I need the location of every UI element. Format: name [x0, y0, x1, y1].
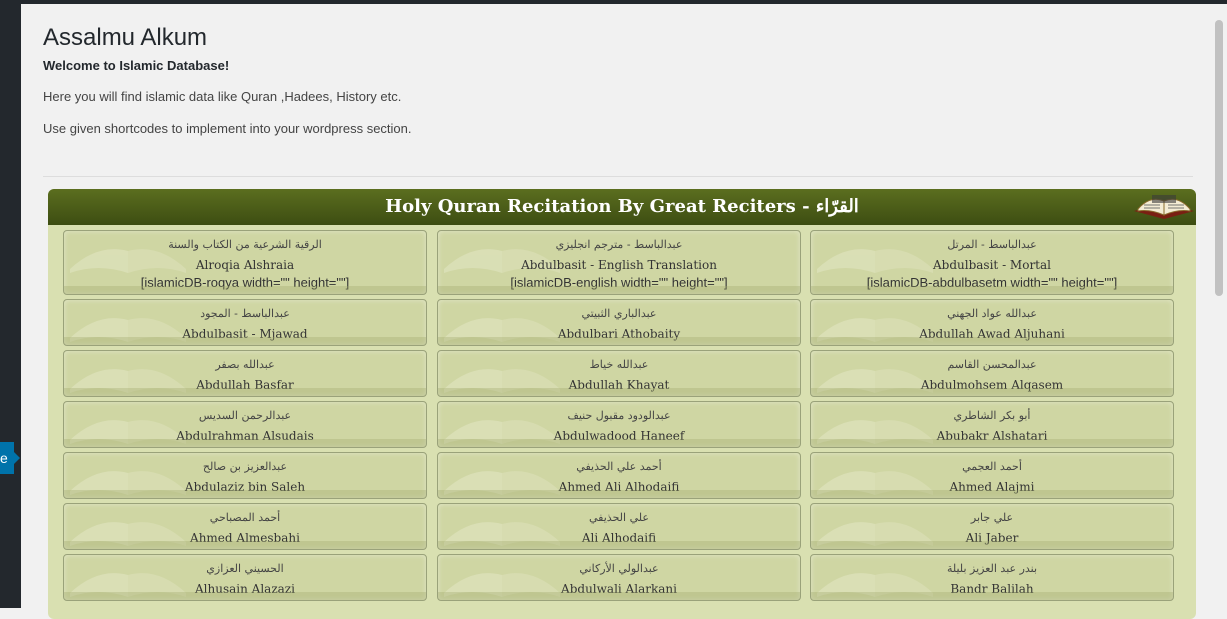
tile-shelf	[811, 337, 1173, 345]
reciter-name-arabic: عبدالله بصفر	[215, 358, 275, 371]
divider	[43, 176, 1193, 177]
tile-shelf	[64, 541, 426, 549]
admin-sidebar[interactable]	[0, 4, 21, 608]
reciter-tile[interactable]: عبدالرحمن السديس Abdulrahman Alsudais	[63, 401, 427, 448]
tile-shelf	[438, 439, 800, 447]
tile-shelf	[64, 490, 426, 498]
reciter-name-arabic: عبدالله عواد الجهني	[947, 307, 1037, 320]
tile-shelf	[438, 388, 800, 396]
reciter-name-arabic: أحمد العجمي	[962, 460, 1022, 473]
reciter-name-arabic: علي جابر	[970, 511, 1014, 524]
tile-shelf	[438, 490, 800, 498]
reciters-panel: Holy Quran Recitation By Great Reciters …	[48, 189, 1196, 619]
reciter-tile[interactable]: عبدالودود مقبول حنيف Abdulwadood Haneef	[437, 401, 801, 448]
reciter-tile[interactable]: أبو بكر الشاطري Abubakr Alshatari	[810, 401, 1174, 448]
tile-shelf	[438, 592, 800, 600]
tile-shelf	[811, 388, 1173, 396]
welcome-text: Welcome to Islamic Database!	[43, 58, 230, 73]
reciter-tile[interactable]: عبدالله عواد الجهني Abdullah Awad Aljuhan…	[810, 299, 1174, 346]
reciter-tile[interactable]: بندر عبد العزيز بليلة Bandr Balilah	[810, 554, 1174, 601]
tile-shelf	[811, 541, 1173, 549]
tile-shelf	[811, 439, 1173, 447]
reciter-name-arabic: عبدالودود مقبول حنيف	[567, 409, 671, 422]
reciter-tile[interactable]: عبدالعزيز بن صالح Abdulaziz bin Saleh	[63, 452, 427, 499]
tile-shelf	[64, 286, 426, 294]
tile-shelf	[64, 439, 426, 447]
reciter-name-arabic: الحسيني العزازي	[206, 562, 284, 575]
main-content: Assalmu Alkum Welcome to Islamic Databas…	[21, 4, 1211, 619]
reciter-name-arabic: علي الحذيفي	[589, 511, 649, 524]
tile-shelf	[438, 337, 800, 345]
reciter-name-arabic: أحمد المصباحي	[209, 511, 281, 524]
reciter-tile[interactable]: عبدالباسط - المرتل Abdulbasit - Mortal [is…	[810, 230, 1174, 295]
reciter-name-arabic: عبدالباري الثبيتي	[581, 307, 657, 320]
reciter-name-english: Abdulbasit - English Translation	[521, 258, 717, 272]
reciter-name-arabic: عبدالمحسن القاسم	[947, 358, 1037, 371]
reciter-name-arabic: عبدالرحمن السديس	[198, 409, 292, 422]
reciter-tile[interactable]: عبدالله بصفر Abdullah Basfar	[63, 350, 427, 397]
intro-paragraph-1: Here you will find islamic data like Qur…	[43, 89, 402, 104]
tile-shelf	[438, 286, 800, 294]
page-scrollbar[interactable]	[1211, 4, 1227, 608]
reciter-tile[interactable]: أحمد المصباحي Ahmed Almesbahi	[63, 503, 427, 550]
intro-paragraph-2: Use given shortcodes to implement into y…	[43, 121, 412, 136]
reciter-name-arabic: الرقية الشرعية من الكتاب والسنة	[168, 238, 322, 251]
reciter-name-english: Abdulbasit - Mortal	[933, 258, 1051, 272]
reciter-name-english: Alroqia Alshraia	[195, 258, 295, 272]
reciter-tile[interactable]: عبدالولي الأركاني Abdulwali Alarkani	[437, 554, 801, 601]
reciter-tile[interactable]: علي الحذيفي Ali Alhodaifi	[437, 503, 801, 550]
tile-shelf	[811, 592, 1173, 600]
flyout-label: e	[0, 450, 8, 466]
reciter-name-arabic: عبدالباسط - مترجم انجليزي	[555, 238, 683, 251]
reciter-name-arabic: عبدالله خياط	[589, 358, 649, 371]
tile-shelf	[811, 286, 1173, 294]
tile-shelf	[64, 592, 426, 600]
reciter-name-arabic: أبو بكر الشاطري	[953, 409, 1031, 422]
page-title: Assalmu Alkum	[43, 24, 208, 51]
reciter-tile[interactable]: عبدالباسط - مترجم انجليزي Abdulbasit - En…	[437, 230, 801, 295]
tile-shelf	[438, 541, 800, 549]
reciter-name-arabic: بندر عبد العزيز بليلة	[946, 562, 1038, 575]
reciter-tile[interactable]: عبدالباري الثبيتي Abdulbari Athobaity	[437, 299, 801, 346]
reciter-tile[interactable]: الحسيني العزازي Alhusain Alazazi	[63, 554, 427, 601]
reciter-name-arabic: عبدالباسط - المجود	[200, 307, 290, 320]
reciter-name-arabic: أحمد علي الحذيفي	[576, 460, 662, 473]
scroll-thumb[interactable]	[1215, 20, 1223, 296]
reciter-tile[interactable]: عبدالباسط - المجود Abdulbasit - Mjawad	[63, 299, 427, 346]
tile-shelf	[811, 490, 1173, 498]
admin-menu-flyout-item[interactable]: e	[0, 442, 20, 474]
reciter-tile[interactable]: علي جابر Ali Jaber	[810, 503, 1174, 550]
tile-shelf	[64, 337, 426, 345]
reciter-tile[interactable]: أحمد علي الحذيفي Ahmed Ali Alhodaifi	[437, 452, 801, 499]
reciter-tile[interactable]: أحمد العجمي Ahmed Alajmi	[810, 452, 1174, 499]
tile-shelf	[64, 388, 426, 396]
panel-header: Holy Quran Recitation By Great Reciters …	[48, 189, 1196, 225]
reciter-name-arabic: عبدالولي الأركاني	[579, 562, 659, 575]
open-quran-book-icon	[1134, 195, 1194, 219]
reciter-tile[interactable]: الرقية الشرعية من الكتاب والسنة Alroqia A…	[63, 230, 427, 295]
reciter-name-arabic: عبدالعزيز بن صالح	[202, 460, 288, 473]
reciter-name-arabic: عبدالباسط - المرتل	[947, 238, 1037, 251]
reciter-tile[interactable]: عبدالمحسن القاسم Abdulmohsem Alqasem	[810, 350, 1174, 397]
reciter-tile[interactable]: عبدالله خياط Abdullah Khayat	[437, 350, 801, 397]
